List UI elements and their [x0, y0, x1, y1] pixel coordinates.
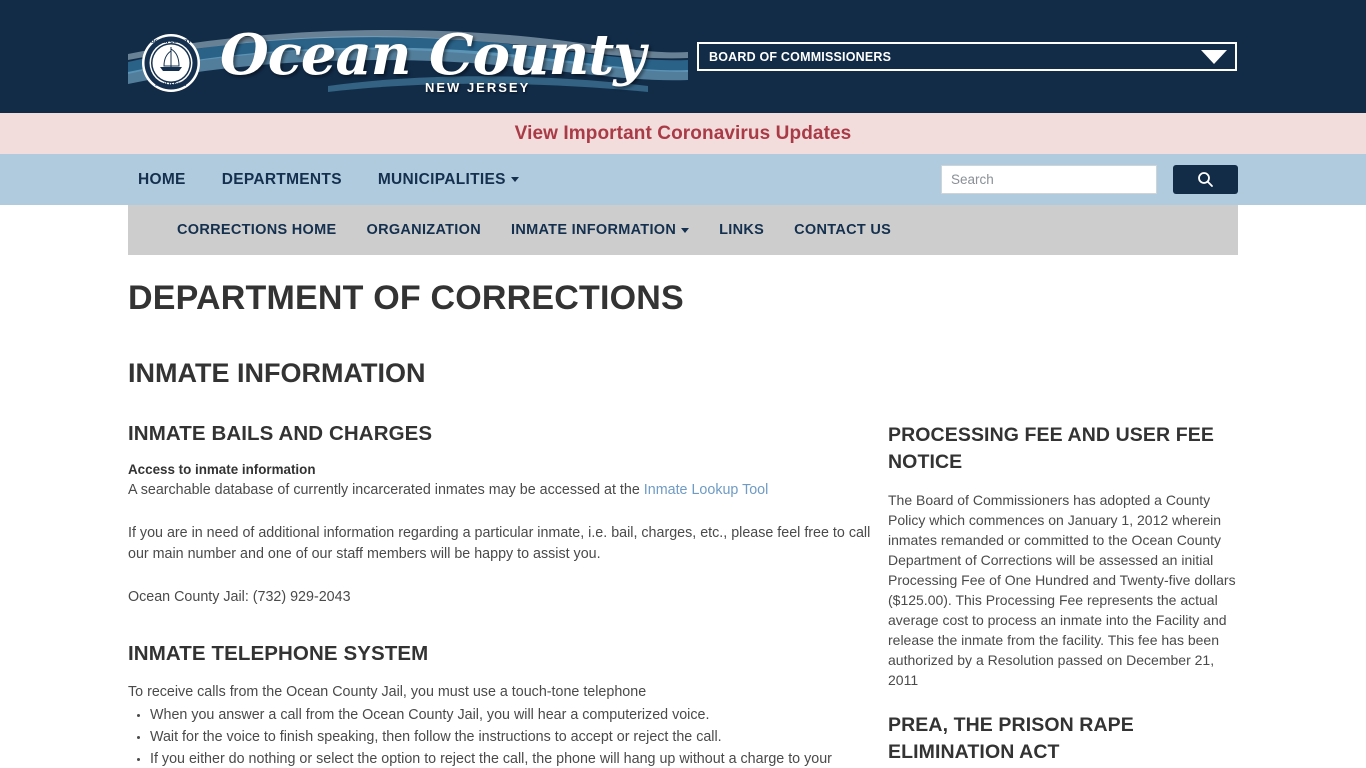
page-subtitle: INMATE INFORMATION: [128, 358, 426, 388]
nav-item-municipalities[interactable]: MUNICIPALITIES: [360, 154, 537, 205]
inmate-lookup-tool-link[interactable]: Inmate Lookup Tool: [644, 482, 769, 498]
chevron-down-icon: [1201, 49, 1227, 64]
brand-subtitle-text: NEW JERSEY: [425, 80, 531, 95]
primary-nav-items: HOME DEPARTMENTS MUNICIPALITIES: [128, 154, 537, 205]
chevron-down-icon: [510, 177, 519, 182]
search-button[interactable]: [1173, 165, 1238, 194]
coronavirus-alert-banner: View Important Coronavirus Updates: [0, 113, 1366, 154]
secondary-nav-bar: CORRECTIONS HOME ORGANIZATION INMATE INF…: [128, 205, 1238, 255]
subnav-item-links-label: LINKS: [719, 222, 765, 238]
site-masthead: OCEAN COUNTY NEW JERSEY Ocean County NEW…: [0, 0, 1366, 113]
list-item: Wait for the voice to finish speaking, t…: [150, 727, 888, 748]
department-select-value: BOARD OF COMMISSIONERS: [709, 49, 892, 64]
page-title: DEPARTMENT OF CORRECTIONS: [128, 279, 684, 317]
main-column: INMATE BAILS AND CHARGES Access to inmat…: [128, 422, 888, 768]
access-database-text-lead: A searchable database of currently incar…: [128, 482, 644, 498]
search-icon: [1198, 172, 1213, 187]
access-database-text: A searchable database of currently incar…: [128, 480, 888, 501]
list-item: When you answer a call from the Ocean Co…: [150, 705, 888, 726]
subnav-item-contact-us[interactable]: CONTACT US: [779, 222, 906, 238]
svg-text:NEW JERSEY: NEW JERSEY: [155, 82, 187, 88]
processing-fee-paragraph: The Board of Commissioners has adopted a…: [888, 492, 1236, 688]
telephone-intro-text: To receive calls from the Ocean County J…: [128, 684, 647, 700]
jail-phone-line: Ocean County Jail: (732) 929-2043: [128, 589, 351, 605]
list-item: If you either do nothing or select the o…: [150, 749, 888, 768]
subnav-item-organization[interactable]: ORGANIZATION: [351, 222, 496, 238]
subnav-item-corrections-home[interactable]: CORRECTIONS HOME: [162, 222, 351, 238]
page-content: DEPARTMENT OF CORRECTIONS INMATE INFORMA…: [0, 279, 1366, 768]
sidebar-heading-processing-fee: PROCESSING FEE AND USER FEE NOTICE: [888, 424, 1214, 473]
access-to-inmate-information-label: Access to inmate information: [128, 462, 316, 477]
ocean-county-seal-icon: OCEAN COUNTY NEW JERSEY: [142, 34, 200, 92]
brand-script-text: Ocean County: [220, 22, 646, 88]
secondary-navigation: CORRECTIONS HOME ORGANIZATION INMATE INF…: [0, 205, 1366, 257]
search-input[interactable]: [941, 165, 1157, 194]
nav-item-departments-label: DEPARTMENTS: [221, 171, 342, 188]
brand-logo[interactable]: OCEAN COUNTY NEW JERSEY Ocean County NEW…: [128, 0, 688, 113]
subnav-item-inmate-information-label: INMATE INFORMATION: [510, 222, 677, 238]
additional-information-paragraph: If you are in need of additional informa…: [128, 525, 871, 562]
nav-item-municipalities-label: MUNICIPALITIES: [377, 171, 506, 188]
section-heading-inmate-telephone: INMATE TELEPHONE SYSTEM: [128, 642, 429, 665]
subnav-item-links[interactable]: LINKS: [704, 222, 779, 238]
content-columns: INMATE BAILS AND CHARGES Access to inmat…: [128, 422, 1238, 768]
subnav-item-contact-us-label: CONTACT US: [794, 222, 892, 238]
subnav-item-corrections-home-label: CORRECTIONS HOME: [177, 222, 337, 238]
department-select[interactable]: BOARD OF COMMISSIONERS: [697, 42, 1237, 71]
subnav-item-inmate-information[interactable]: INMATE INFORMATION: [496, 222, 704, 238]
sidebar-heading-prea: PREA, THE PRISON RAPE ELIMINATION ACT: [888, 714, 1134, 763]
nav-item-home[interactable]: HOME: [128, 154, 204, 205]
sidebar-column: PROCESSING FEE AND USER FEE NOTICE The B…: [888, 422, 1238, 768]
nav-item-departments[interactable]: DEPARTMENTS: [204, 154, 360, 205]
primary-navigation: HOME DEPARTMENTS MUNICIPALITIES: [0, 154, 1366, 205]
search-area: [941, 165, 1238, 194]
chevron-down-icon: [681, 227, 690, 233]
section-heading-inmate-bails: INMATE BAILS AND CHARGES: [128, 422, 433, 445]
telephone-instructions-list: When you answer a call from the Ocean Co…: [128, 705, 888, 768]
nav-item-home-label: HOME: [138, 171, 186, 188]
coronavirus-updates-link[interactable]: View Important Coronavirus Updates: [515, 123, 852, 145]
subnav-item-organization-label: ORGANIZATION: [366, 222, 481, 238]
svg-text:OCEAN COUNTY: OCEAN COUNTY: [151, 39, 192, 45]
